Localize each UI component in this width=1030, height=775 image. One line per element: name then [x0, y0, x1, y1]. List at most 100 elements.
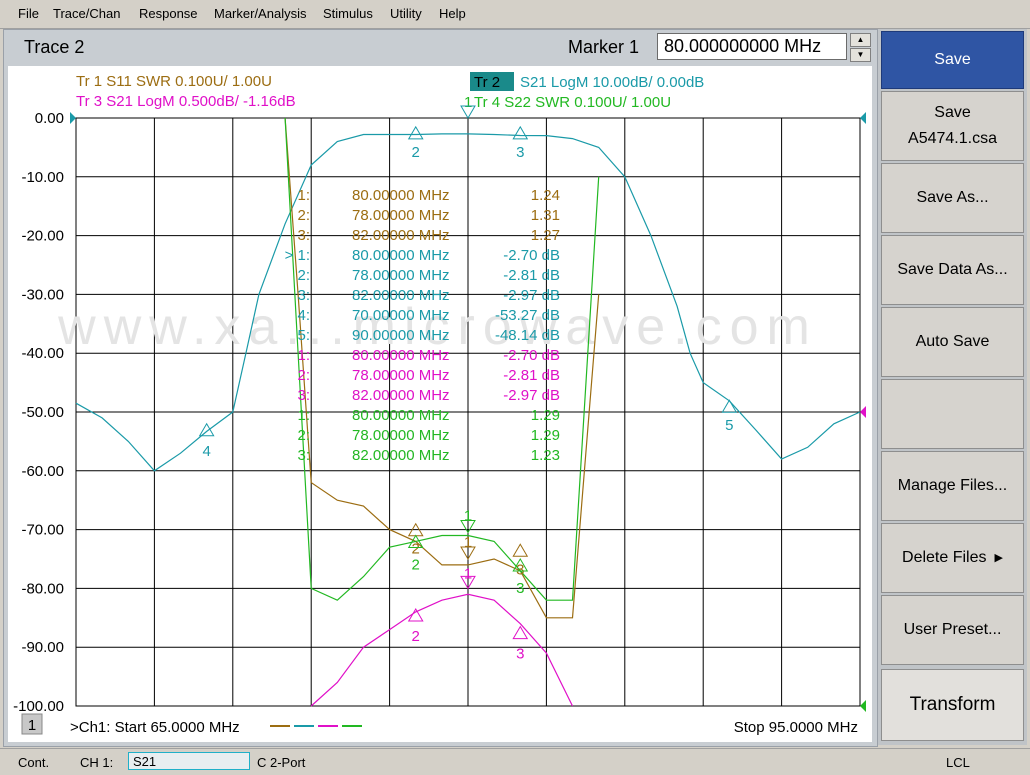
status-calibration: C 2-Port	[257, 755, 306, 770]
menu-file[interactable]: File	[18, 6, 39, 21]
menu-marker-analysis[interactable]: Marker/Analysis	[214, 6, 306, 21]
softkey-save-file-label: Save	[934, 104, 971, 121]
marker-row-value: -2.70 dB	[503, 247, 560, 264]
softkey-save-file-name: A5474.1.csa	[908, 130, 997, 147]
marker-row-value: -2.81 dB	[503, 367, 560, 384]
softkey-transform-label: Transform	[909, 694, 996, 715]
menu-help[interactable]: Help	[439, 6, 466, 21]
legend-tr3: Tr 3 S21 LogM 0.500dB/ -1.16dB	[76, 93, 296, 110]
y-tick-label: -50.00	[21, 404, 64, 421]
marker-row-index: 3:	[297, 227, 310, 244]
spin-up-icon[interactable]: ▲	[850, 33, 871, 47]
marker-row-index: 3:	[297, 287, 310, 304]
marker-frequency-input[interactable]: 80.000000000 MHz	[657, 33, 847, 60]
legend-tr2-badge: Tr 2	[474, 74, 500, 91]
active-trace-title: Trace 2	[24, 37, 85, 57]
marker-spinner[interactable]: ▲ ▼	[850, 33, 871, 62]
reference-arrow-icon	[860, 700, 866, 712]
softkey-save-label: Save	[934, 51, 971, 68]
marker-row-value: -48.14 dB	[495, 327, 560, 344]
marker-row-frequency: 80.00000 MHz	[352, 407, 450, 424]
marker-number: 2	[412, 556, 420, 573]
marker-row-index: > 1:	[285, 247, 310, 264]
marker-row-value: 1.29	[531, 427, 560, 444]
y-tick-label: -10.00	[21, 169, 64, 186]
stimulus-stop: Stop 95.0000 MHz	[734, 719, 858, 736]
y-tick-label: 0.00	[35, 110, 64, 127]
y-tick-label: -60.00	[21, 463, 64, 480]
status-parameter[interactable]: S21	[128, 752, 250, 770]
marker-number: 5	[725, 417, 733, 434]
marker-row-frequency: 82.00000 MHz	[352, 387, 450, 404]
softkey-panel: Save Save A5474.1.csa Save As... Save Dat…	[878, 29, 1027, 745]
marker-row-index: 2:	[297, 267, 310, 284]
marker-number: 3	[516, 144, 524, 161]
menu-trace-chan[interactable]: Trace/Chan	[53, 6, 120, 21]
menu-response[interactable]: Response	[139, 6, 198, 21]
marker-number: 2	[412, 541, 420, 558]
softkey-auto-save[interactable]: Auto Save	[881, 307, 1024, 377]
status-mode: Cont.	[18, 755, 50, 770]
menu-utility[interactable]: Utility	[390, 6, 422, 21]
marker-row-value: -2.81 dB	[503, 267, 560, 284]
marker-row-frequency: 82.00000 MHz	[352, 447, 450, 464]
softkey-blank[interactable]	[881, 379, 1024, 449]
marker-row-index: 1:	[297, 187, 310, 204]
softkey-save-as[interactable]: Save As...	[881, 163, 1024, 233]
reference-arrow-icon	[860, 112, 866, 124]
softkey-delete-files-label: Delete Files	[902, 549, 987, 566]
legend-tr2: S21 LogM 10.00dB/ 0.00dB	[520, 74, 704, 91]
y-tick-label: -80.00	[21, 580, 64, 597]
marker-row-value: -2.70 dB	[503, 347, 560, 364]
marker-row-frequency: 80.00000 MHz	[352, 247, 450, 264]
marker-row-frequency: 82.00000 MHz	[352, 227, 450, 244]
marker-row-index: 5:	[297, 327, 310, 344]
submenu-arrow-icon: ▶	[994, 552, 1003, 564]
y-tick-label: -70.00	[21, 522, 64, 539]
softkey-save-file[interactable]: Save A5474.1.csa	[881, 91, 1024, 161]
marker-row-value: 1.27	[531, 227, 560, 244]
stimulus-start: >Ch1: Start 65.0000 MHz	[70, 719, 240, 736]
marker-row-value: 1.31	[531, 207, 560, 224]
marker-row-index: 3:	[297, 447, 310, 464]
softkey-delete-files[interactable]: Delete Files ▶	[881, 523, 1024, 593]
softkey-save-data-as-label: Save Data As...	[897, 261, 1008, 278]
status-lcl: LCL	[946, 755, 970, 770]
chart-svg: 0.00-10.00-20.00-30.00-40.00-50.00-60.00…	[13, 72, 866, 736]
status-bar: Cont. CH 1: S21 C 2-Port LCL	[0, 748, 1030, 775]
marker-number: 2	[412, 144, 420, 161]
reference-arrow-icon	[70, 112, 76, 124]
marker-number: 3	[516, 580, 524, 597]
y-tick-label: -20.00	[21, 228, 64, 245]
softkey-manage-files[interactable]: Manage Files...	[881, 451, 1024, 521]
softkey-user-preset[interactable]: User Preset...	[881, 595, 1024, 665]
softkey-save-data-as[interactable]: Save Data As...	[881, 235, 1024, 305]
status-channel: CH 1:	[80, 755, 114, 770]
marker-number: 1	[464, 508, 472, 525]
marker-row-index: 3:	[297, 387, 310, 404]
reference-arrow-icon	[860, 406, 866, 418]
legend-tr1: Tr 1 S11 SWR 0.100U/ 1.00U	[76, 73, 272, 90]
marker-row-frequency: 78.00000 MHz	[352, 367, 450, 384]
softkey-save[interactable]: Save	[881, 31, 1024, 89]
marker-row-frequency: 78.00000 MHz	[352, 207, 450, 224]
menu-bar: File Trace/Chan Response Marker/Analysis…	[0, 0, 1030, 29]
marker-number: 1	[464, 534, 472, 551]
marker-row-value: 1.29	[531, 407, 560, 424]
marker-row-value: 1.24	[531, 187, 560, 204]
marker-number: 3	[516, 646, 524, 663]
marker-row-index: 1:	[297, 347, 310, 364]
marker-row-index: 2:	[297, 367, 310, 384]
legend-tr4-prefix: 1	[464, 94, 472, 111]
marker-row-frequency: 78.00000 MHz	[352, 267, 450, 284]
softkey-transform[interactable]: Transform	[881, 669, 1024, 741]
spin-down-icon[interactable]: ▼	[850, 48, 871, 62]
plot-area[interactable]: 0.00 -10.00 -20.00 -30.00 -40.00 -50.00 -60.00…	[8, 66, 872, 742]
marker-row-frequency: 90.00000 MHz	[352, 327, 450, 344]
y-tick-label: -100.00	[13, 698, 64, 715]
marker-row-value: 1.23	[531, 447, 560, 464]
marker-number: 4	[202, 443, 210, 460]
marker-row-index: 1:	[297, 407, 310, 424]
legend-tr4: Tr 4 S22 SWR 0.100U/ 1.00U	[474, 94, 671, 111]
menu-stimulus[interactable]: Stimulus	[323, 6, 373, 21]
